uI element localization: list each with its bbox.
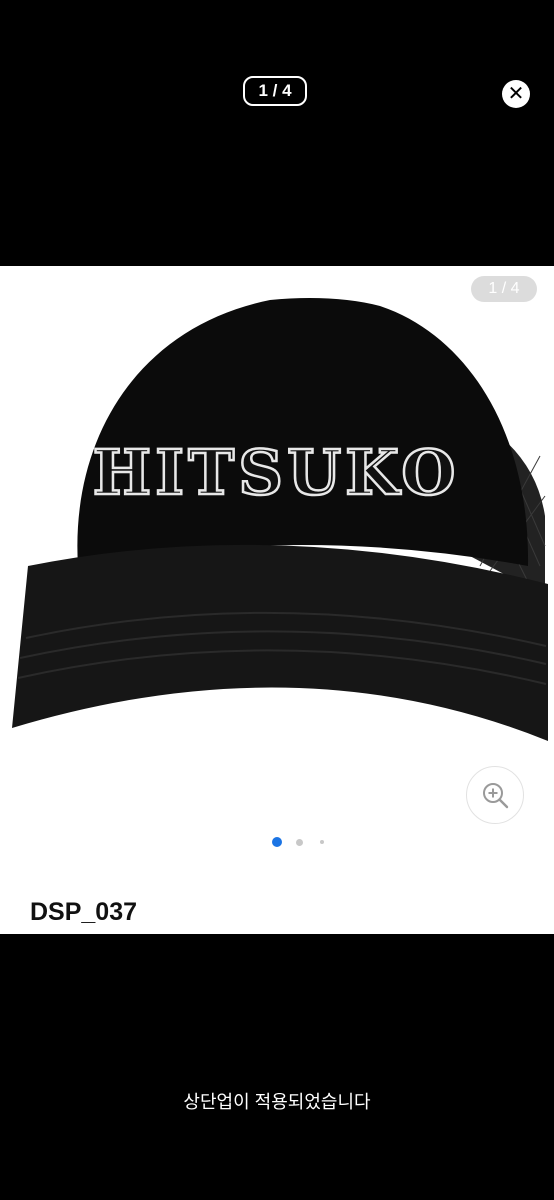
product-sheet: HITSUKO 1 / 4 DSP_037 — [0, 266, 554, 934]
image-counter-pill: 1 / 4 — [243, 76, 307, 106]
close-button[interactable]: ✕ — [502, 80, 530, 108]
carousel-dots — [270, 836, 330, 848]
cap-embroidery-text: HITSUKO — [93, 436, 460, 509]
carousel-dot-active[interactable] — [272, 837, 282, 847]
close-icon: ✕ — [507, 83, 525, 105]
zoom-button[interactable] — [466, 766, 524, 824]
carousel-dot[interactable] — [296, 839, 303, 846]
product-image[interactable]: HITSUKO — [0, 266, 554, 786]
viewer-top-bar: 1 / 4 ✕ — [0, 0, 554, 266]
zoom-in-icon — [483, 783, 509, 809]
product-title: DSP_037 — [30, 898, 138, 926]
carousel-dot[interactable] — [320, 840, 324, 844]
toast-message: 상단업이 적용되었습니다 — [183, 1092, 371, 1112]
image-counter-badge: 1 / 4 — [471, 276, 537, 302]
